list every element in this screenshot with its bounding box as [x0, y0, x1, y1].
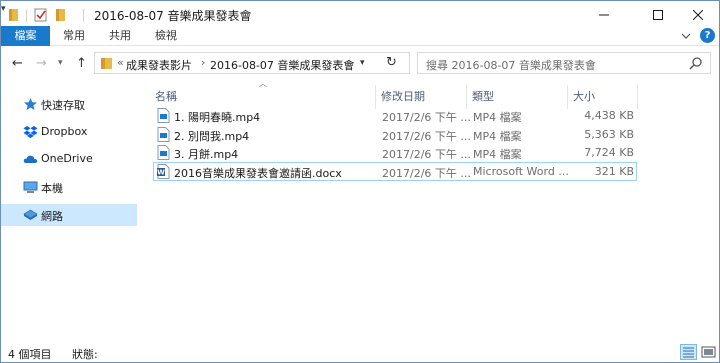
- address-bar[interactable]: « 成果發表影片 › 2016-08-07 音樂成果發表會 ▾ ↻: [94, 52, 410, 74]
- status-bar: 4 個項目 狀態:: [1, 341, 719, 362]
- file-list: ︿ 名稱 修改日期 類型 大小 1. 陽明春曉.mp4 2017/2/6 下午 …: [141, 79, 719, 341]
- help-icon[interactable]: ?: [700, 28, 715, 43]
- sidebar-item-label: 本機: [41, 182, 63, 195]
- chevron-down-icon[interactable]: ▾: [360, 58, 365, 68]
- file-size: 4,438 KB: [584, 109, 634, 122]
- expand-ribbon-icon[interactable]: [680, 30, 692, 42]
- file-date: 2017/2/6 下午 ...: [382, 148, 471, 161]
- navigation-bar: ← → ▾ ↑ « 成果發表影片 › 2016-08-07 音樂成果發表會 ▾ …: [1, 47, 719, 79]
- video-file-icon: [157, 127, 170, 142]
- tab-share[interactable]: 共用: [105, 26, 135, 46]
- file-row[interactable]: 1. 陽明春曉.mp4 2017/2/6 下午 ... MP4 檔案 4,438…: [153, 106, 637, 125]
- breadcrumb-overflow[interactable]: «: [117, 56, 124, 69]
- toolbar-separator: [26, 9, 27, 22]
- dropbox-icon: [23, 126, 38, 138]
- file-row[interactable]: 2. 別問我.mp4 2017/2/6 下午 ... MP4 檔案 5,363 …: [153, 125, 637, 144]
- file-date: 2017/2/6 下午 ...: [382, 111, 471, 124]
- file-row[interactable]: W 2016音樂成果發表會邀請函.docx 2017/2/6 下午 ... Mi…: [153, 162, 637, 181]
- title-bar: ▾ 2016-08-07 音樂成果發表會: [1, 1, 719, 29]
- tab-view[interactable]: 檢視: [151, 26, 181, 46]
- minimize-icon: [599, 14, 609, 16]
- video-file-icon: [157, 145, 170, 160]
- file-date: 2017/2/6 下午 ...: [382, 167, 471, 180]
- up-arrow-icon[interactable]: ↑: [76, 56, 87, 71]
- recent-locations-icon[interactable]: ▾: [58, 58, 63, 68]
- new-folder-icon[interactable]: [55, 7, 66, 23]
- sidebar-item-label: Dropbox: [41, 125, 88, 138]
- item-count: 4 個項目: [8, 348, 52, 361]
- explorer-window: ▾ 2016-08-07 音樂成果發表會 檔案 常用 共用 檢視 ? ← → ▾…: [0, 0, 720, 363]
- breadcrumb-item[interactable]: 2016-08-07 音樂成果發表會: [210, 57, 354, 73]
- file-name: 3. 月餅.mp4: [174, 148, 239, 161]
- file-size: 7,724 KB: [584, 146, 634, 159]
- window-title: 2016-08-07 音樂成果發表會: [94, 9, 252, 23]
- back-arrow-icon[interactable]: ←: [12, 56, 23, 71]
- folder-icon: [101, 58, 112, 69]
- tab-file[interactable]: 檔案: [1, 26, 50, 46]
- refresh-icon[interactable]: ↻: [386, 55, 397, 70]
- breadcrumb-item[interactable]: 成果發表影片: [126, 57, 192, 73]
- maximize-icon: [653, 10, 663, 20]
- close-icon: [693, 10, 703, 20]
- details-view-button[interactable]: [680, 344, 697, 360]
- file-row[interactable]: 3. 月餅.mp4 2017/2/6 下午 ... MP4 檔案 7,724 K…: [153, 143, 637, 162]
- word-file-icon: W: [157, 164, 170, 179]
- search-box[interactable]: 搜尋 2016-08-07 音樂成果發表會: [417, 52, 711, 74]
- cloud-icon: [23, 155, 38, 163]
- sidebar-item-onedrive[interactable]: OneDrive: [1, 148, 137, 170]
- sidebar-item-label: OneDrive: [41, 152, 93, 165]
- breadcrumb-separator[interactable]: ›: [201, 56, 205, 69]
- file-type: MP4 檔案: [473, 111, 522, 124]
- file-name: 2. 別問我.mp4: [174, 130, 250, 143]
- navigation-pane: 快速存取 Dropbox OneDrive 本機 網路: [1, 83, 141, 341]
- sidebar-item-this-pc[interactable]: 本機: [1, 176, 137, 198]
- computer-icon: [23, 181, 38, 193]
- sidebar-item-network[interactable]: 網路: [1, 204, 137, 226]
- file-size: 5,363 KB: [584, 128, 634, 141]
- toolbar-separator: [83, 9, 84, 22]
- large-icons-view-button[interactable]: [700, 344, 717, 360]
- star-icon: [24, 98, 37, 110]
- search-input[interactable]: 搜尋 2016-08-07 音樂成果發表會: [426, 57, 596, 73]
- sidebar-item-dropbox[interactable]: Dropbox: [1, 121, 137, 143]
- tab-home[interactable]: 常用: [59, 26, 89, 46]
- file-type: MP4 檔案: [473, 148, 522, 161]
- customize-toolbar-icon[interactable]: ▾: [1, 4, 6, 14]
- status-label: 狀態:: [72, 348, 98, 361]
- sidebar-item-label: 快速存取: [41, 99, 85, 112]
- svg-text:W: W: [157, 169, 165, 177]
- close-button[interactable]: [675, 1, 720, 29]
- sidebar-item-quick-access[interactable]: 快速存取: [1, 93, 137, 115]
- folder-icon[interactable]: [8, 7, 19, 23]
- file-type: Microsoft Word ...: [473, 165, 569, 178]
- network-icon: [23, 209, 38, 220]
- details-view-icon: [683, 347, 694, 358]
- file-type: MP4 檔案: [473, 130, 522, 143]
- sidebar-item-label: 網路: [41, 210, 63, 223]
- file-date: 2017/2/6 下午 ...: [382, 130, 471, 143]
- file-name: 2016音樂成果發表會邀請函.docx: [174, 167, 342, 180]
- forward-arrow-icon[interactable]: →: [36, 56, 47, 71]
- properties-icon[interactable]: [34, 7, 48, 23]
- large-icons-view-icon: [701, 346, 716, 358]
- video-file-icon: [157, 108, 170, 123]
- ribbon-tabs: 檔案 常用 共用 檢視 ?: [1, 26, 719, 46]
- file-name: 1. 陽明春曉.mp4: [174, 111, 261, 124]
- file-size: 321 KB: [594, 165, 634, 178]
- minimize-button[interactable]: [581, 1, 627, 29]
- search-icon[interactable]: [689, 56, 703, 70]
